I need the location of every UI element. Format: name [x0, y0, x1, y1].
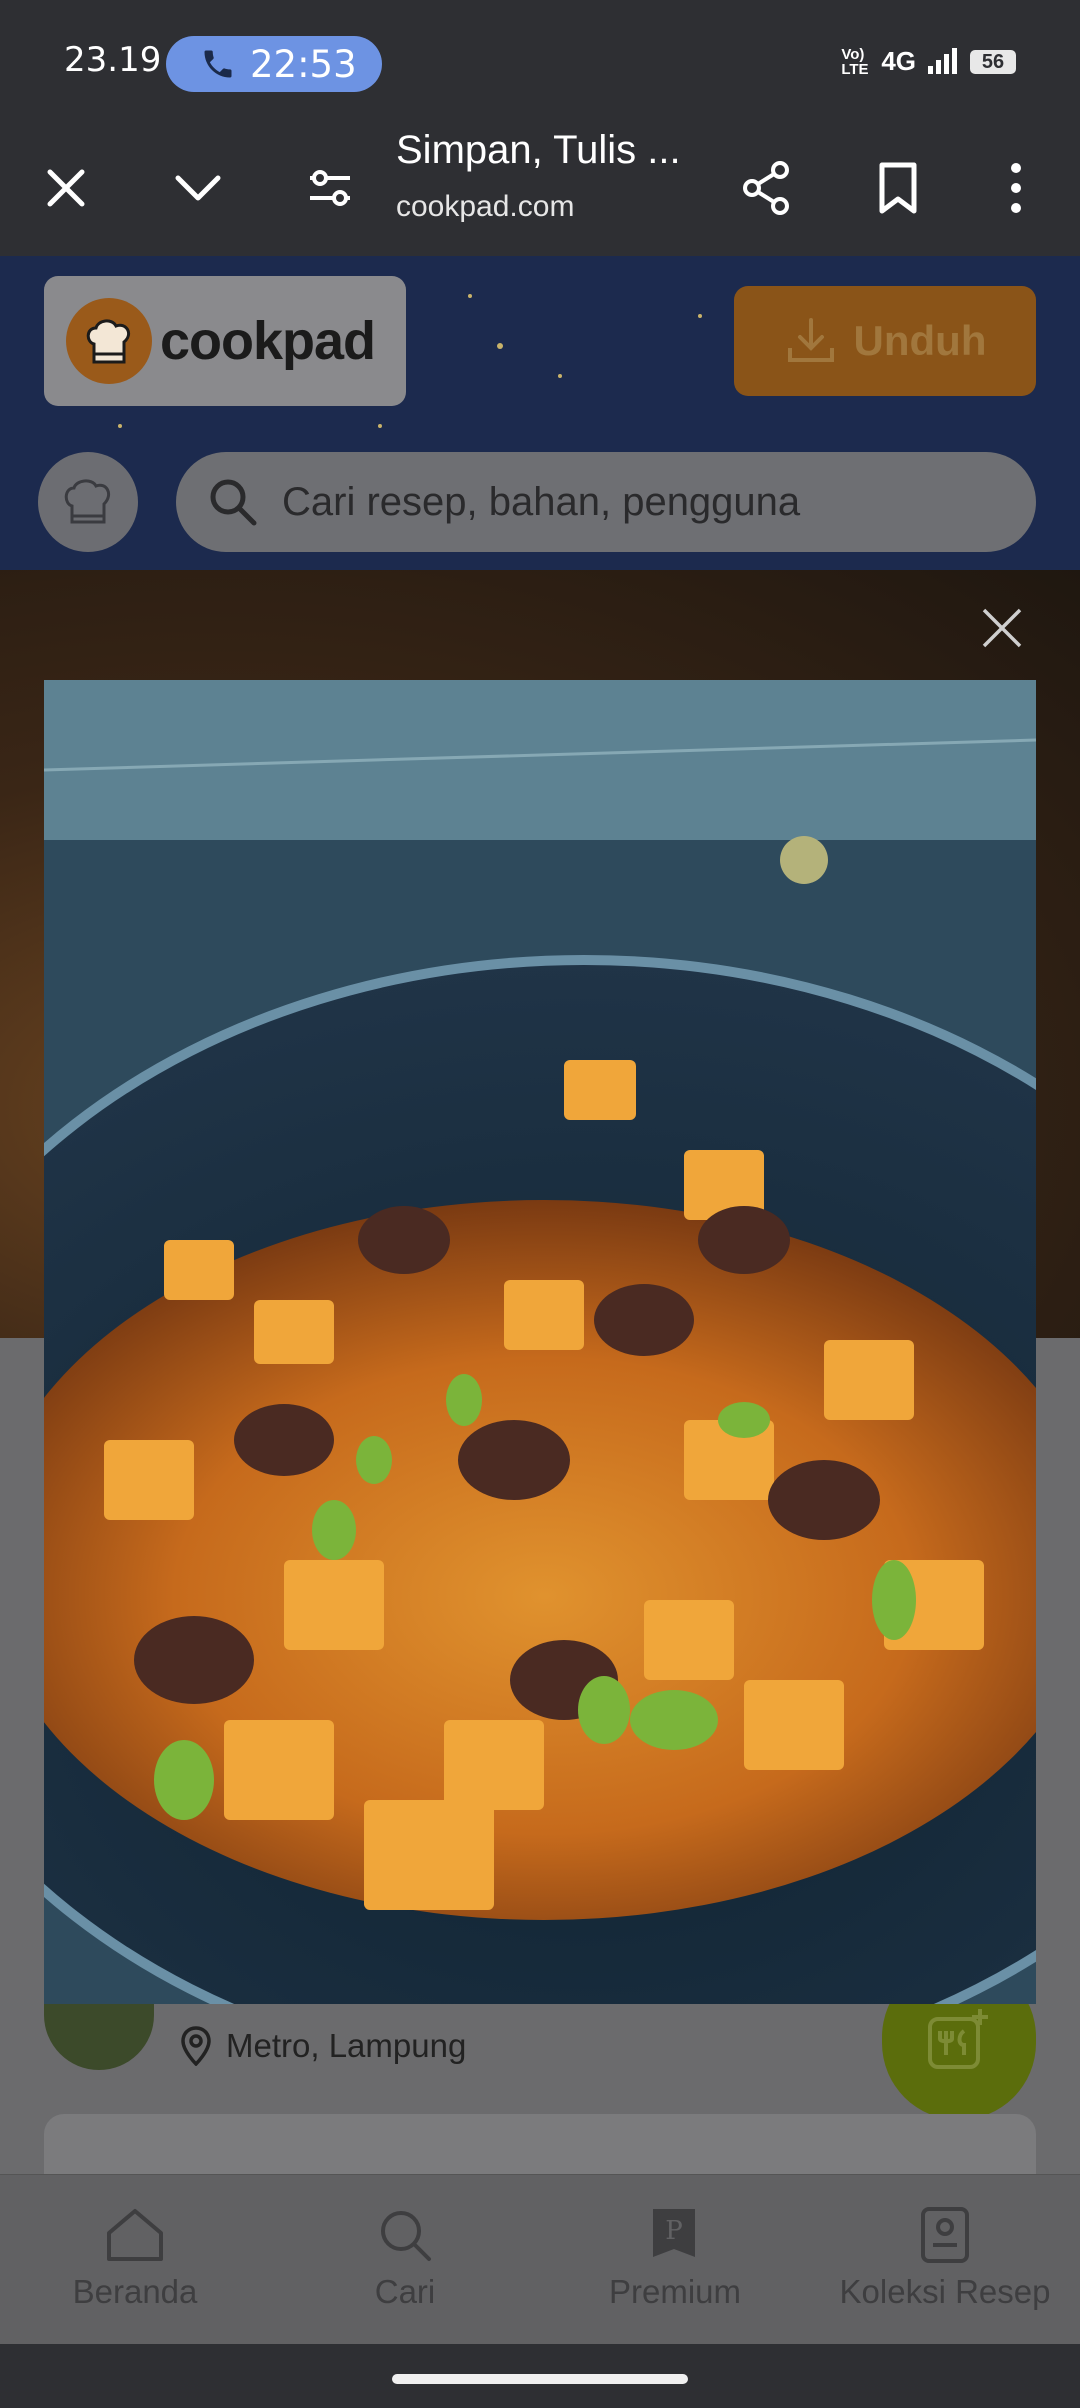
home-icon [107, 2209, 163, 2261]
system-gesture-bar [0, 2344, 1080, 2408]
user-avatar[interactable] [38, 452, 138, 552]
home-gesture-handle[interactable] [392, 2374, 688, 2384]
volte-indicator: Vo) LTE [841, 45, 869, 78]
logo-text: cookpad [160, 311, 376, 371]
bookmark-button[interactable] [866, 156, 930, 220]
search-input[interactable]: Cari resep, bahan, pengguna [176, 452, 1036, 552]
status-time: 23.19 [64, 40, 162, 80]
status-bar: 23.19 22:53 Vo) LTE 4G 56 [0, 0, 1080, 122]
nav-item-cari[interactable]: Cari [270, 2175, 540, 2345]
chef-hat-icon [64, 479, 110, 524]
network-type: 4G [881, 46, 916, 76]
recipe-description-card [44, 2114, 1036, 2174]
nav-label: Beranda [72, 2273, 198, 2310]
phone-icon [204, 50, 232, 78]
recipe-photo-image [44, 680, 1036, 2004]
chef-hat-icon [66, 298, 152, 384]
site-header: cookpad Unduh Cari resep, bahan, penggun… [0, 256, 1080, 570]
chevron-down-icon [175, 175, 221, 201]
download-button[interactable]: Unduh [734, 286, 1036, 396]
location-pin-icon [181, 2026, 211, 2066]
status-icons: Vo) LTE 4G 56 [841, 46, 1016, 77]
close-tab-button[interactable] [34, 156, 98, 220]
site-settings-button[interactable] [298, 156, 362, 220]
call-duration: 22:53 [250, 42, 357, 86]
close-icon [47, 169, 85, 207]
search-icon [381, 2211, 431, 2261]
nav-label: Premium [608, 2273, 742, 2310]
page-title: Simpan, Tulis ... [396, 128, 681, 172]
more-options-button[interactable] [984, 156, 1048, 220]
close-viewer-button[interactable] [970, 596, 1034, 660]
ongoing-call-pill[interactable]: 22:53 [166, 36, 382, 92]
location-text: Metro, Lampung [226, 2027, 467, 2064]
bookmark-icon [879, 162, 917, 214]
nav-label: Koleksi Resep [839, 2273, 1051, 2310]
share-icon [743, 161, 789, 215]
share-button[interactable] [734, 156, 798, 220]
nav-item-premium[interactable]: P Premium [540, 2175, 810, 2345]
signal-icon [928, 47, 957, 74]
battery-icon: 56 [970, 49, 1016, 74]
recipe-collection-icon [921, 2207, 969, 2263]
download-icon [787, 318, 834, 362]
download-label: Unduh [853, 317, 987, 364]
author-avatar[interactable] [44, 1998, 154, 2070]
page-url[interactable]: cookpad.com [396, 190, 574, 224]
bottom-navigation: Beranda Cari P Premium Koleksi Resep [0, 2174, 1080, 2345]
author-location: Metro, Lampung [180, 2026, 466, 2066]
add-meal-icon [928, 2009, 988, 2069]
recipe-photo[interactable] [44, 680, 1036, 2004]
more-vert-icon [1011, 163, 1021, 213]
nav-label: Cari [374, 2273, 436, 2310]
nav-item-koleksi-resep[interactable]: Koleksi Resep [810, 2175, 1080, 2345]
search-placeholder: Cari resep, bahan, pengguna [282, 479, 801, 524]
nav-item-beranda[interactable]: Beranda [0, 2175, 270, 2345]
search-icon [210, 479, 257, 526]
close-icon [982, 608, 1022, 648]
cookpad-logo[interactable]: cookpad [44, 276, 406, 406]
premium-icon: P [653, 2209, 695, 2257]
tune-icon [310, 170, 350, 206]
svg-text:P: P [665, 2216, 683, 2246]
minimize-button[interactable] [166, 156, 230, 220]
